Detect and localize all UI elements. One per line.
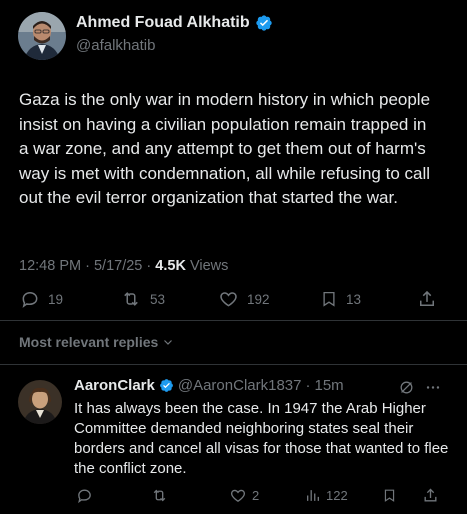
bookmark-icon — [384, 489, 395, 502]
reply-icon — [78, 489, 91, 504]
views-icon — [307, 490, 319, 501]
grok-button[interactable] — [398, 379, 415, 396]
reply-author-handle[interactable]: @AaronClark1837 — [178, 377, 302, 394]
more-button[interactable] — [424, 379, 442, 396]
reply-avatar[interactable] — [18, 380, 62, 424]
chevron-down-icon — [164, 340, 173, 345]
reply-views-button[interactable]: 122 — [305, 487, 348, 504]
meta-separator: · — [146, 258, 152, 274]
reply-action-bar: 2 122 — [0, 487, 467, 507]
verified-badge-icon — [159, 379, 173, 392]
reply-count: 19 — [48, 291, 64, 307]
sort-replies-dropdown[interactable]: Most relevant replies — [19, 334, 174, 350]
reply-share-button[interactable] — [422, 487, 439, 504]
reply-separator: · — [305, 377, 311, 394]
post-text: Gaza is the only war in modern history i… — [19, 90, 431, 207]
reply-button[interactable]: 19 — [20, 289, 63, 309]
divider — [0, 364, 467, 365]
reply-icon — [22, 291, 38, 308]
reply-header: AaronClark @AaronClark1837 · 15m — [74, 377, 344, 394]
post-date[interactable]: 5/17/25 — [94, 258, 142, 274]
meta-separator: · — [85, 258, 90, 274]
share-icon — [424, 488, 437, 502]
reply-like-button[interactable]: 2 — [229, 487, 259, 504]
repost-icon — [153, 489, 166, 502]
repost-count: 53 — [150, 291, 166, 307]
reply-time[interactable]: 15m — [315, 377, 344, 394]
repost-icon — [124, 292, 138, 306]
share-button[interactable] — [417, 289, 437, 309]
post-action-bar: 19 53 192 13 — [0, 289, 467, 311]
post-time[interactable]: 12:48 PM — [19, 258, 81, 274]
repost-button[interactable]: 53 — [120, 289, 165, 309]
reply-views-count: 122 — [326, 488, 348, 503]
verified-badge-icon — [255, 15, 272, 31]
share-icon — [420, 290, 434, 306]
more-icon — [426, 386, 440, 389]
grok-icon — [400, 381, 413, 394]
bookmark-button[interactable]: 13 — [320, 289, 361, 309]
bookmark-count: 13 — [346, 291, 362, 307]
author-avatar[interactable] — [18, 12, 66, 60]
author-name[interactable]: Ahmed Fouad Alkhatib — [76, 14, 273, 32]
reply-reply-button[interactable] — [76, 487, 93, 504]
reply-repost-button[interactable] — [150, 487, 169, 504]
reply-like-count: 2 — [252, 488, 260, 503]
author-handle[interactable]: @afalkhatib — [76, 37, 155, 54]
heart-icon — [230, 489, 246, 502]
author-name-text: Ahmed Fouad Alkhatib — [76, 14, 250, 31]
reply-author-name[interactable]: AaronClark — [74, 377, 155, 394]
post-meta: 12:48 PM · 5/17/25 · 4.5K Views — [19, 258, 228, 274]
sort-replies-label: Most relevant replies — [19, 334, 159, 350]
views-count: 4.5K — [155, 258, 186, 274]
bookmark-icon — [323, 291, 335, 307]
views-label: Views — [189, 258, 229, 274]
divider — [0, 320, 467, 321]
like-count: 192 — [247, 291, 270, 307]
like-button[interactable]: 192 — [218, 289, 270, 309]
reply-bookmark-button[interactable] — [382, 487, 397, 504]
reply-text: It has always been the case. In 1947 the… — [74, 400, 449, 477]
heart-icon — [220, 292, 237, 307]
